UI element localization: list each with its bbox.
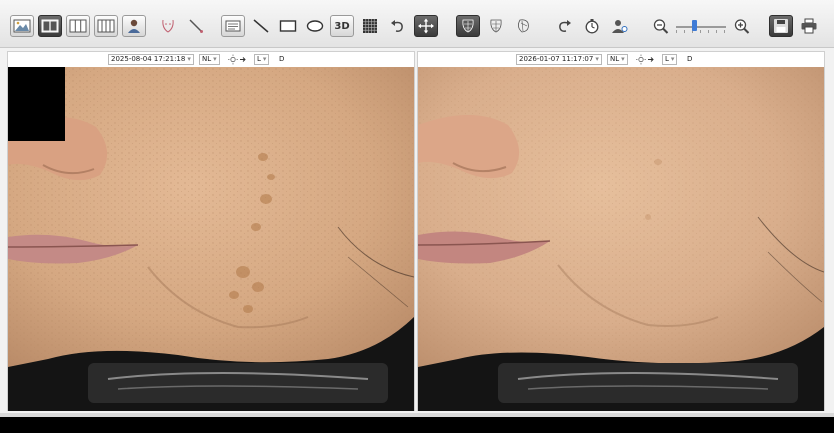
right-date-text: 2026-01-07 11:17:07 <box>519 55 594 63</box>
image-comparison-viewer: 2025-08-04 17:21:18 ▾ NL ▾ L ▾ D 2026-01… <box>0 48 834 413</box>
3d-view-button[interactable]: 3D <box>330 15 354 37</box>
save-button[interactable] <box>769 15 793 37</box>
left-face-photo[interactable] <box>8 67 414 411</box>
privacy-mask <box>8 67 65 141</box>
light-direction-icon[interactable] <box>636 54 656 65</box>
three-image-view-button[interactable] <box>66 15 90 37</box>
print-button[interactable] <box>797 15 821 37</box>
face-analysis-top-button[interactable] <box>484 15 508 37</box>
zoom-in-icon <box>734 19 750 34</box>
toolbar: 3D <box>0 0 834 48</box>
left-extra-label[interactable]: D <box>276 54 288 65</box>
chevron-down-icon: ▾ <box>213 55 217 63</box>
undo-button[interactable] <box>386 15 410 37</box>
face-mesh-top-icon <box>490 19 502 33</box>
redo-icon <box>559 20 571 32</box>
two-columns-icon <box>41 19 59 33</box>
right-mode-select[interactable]: NL ▾ <box>607 54 628 65</box>
four-columns-icon <box>97 19 115 33</box>
person-search-icon <box>612 20 628 33</box>
left-image-pane[interactable]: 2025-08-04 17:21:18 ▾ NL ▾ L ▾ D <box>7 51 415 411</box>
ellipse-tool-button[interactable] <box>303 15 327 37</box>
right-face-photo-graphic <box>418 67 824 411</box>
image-icon <box>13 19 31 33</box>
zoom-out-button[interactable] <box>649 15 673 37</box>
timer-button[interactable] <box>580 15 604 37</box>
bottom-black-bar <box>0 417 834 433</box>
left-date-select[interactable]: 2025-08-04 17:21:18 ▾ <box>108 54 194 65</box>
zoom-in-button[interactable] <box>730 15 754 37</box>
four-image-view-button[interactable] <box>94 15 118 37</box>
undo-icon <box>391 20 403 32</box>
zoom-slider-ticks <box>676 30 726 33</box>
face-analysis-side-button[interactable] <box>511 15 535 37</box>
left-mode-select[interactable]: NL ▾ <box>199 54 220 65</box>
zoom-slider[interactable] <box>676 20 726 34</box>
light-direction-icon[interactable] <box>228 54 248 65</box>
three-columns-icon <box>69 19 87 33</box>
two-image-view-button[interactable] <box>38 15 62 37</box>
right-pane-header: 2026-01-07 11:17:07 ▾ NL ▾ L ▾ D <box>418 52 824 67</box>
chevron-down-icon: ▾ <box>187 55 191 63</box>
left-pane-header: 2025-08-04 17:21:18 ▾ NL ▾ L ▾ D <box>8 52 414 67</box>
print-icon <box>801 18 817 34</box>
zoom-out-icon <box>653 19 669 34</box>
right-side-text: L <box>665 55 669 63</box>
redo-button[interactable] <box>552 15 576 37</box>
move-icon <box>418 18 434 34</box>
right-mode-text: NL <box>610 55 620 63</box>
left-date-text: 2025-08-04 17:21:18 <box>111 55 186 63</box>
rectangle-icon <box>279 20 297 32</box>
left-mode-text: NL <box>202 55 212 63</box>
face-map-button[interactable] <box>156 15 180 37</box>
zoom-slider-track <box>676 26 726 28</box>
person-icon <box>128 19 140 33</box>
save-icon <box>774 19 788 33</box>
right-side-select[interactable]: L ▾ <box>662 54 678 65</box>
face-mesh-icon <box>462 19 474 33</box>
grid-icon <box>363 19 377 33</box>
single-image-view-button[interactable] <box>10 15 34 37</box>
move-tool-button[interactable] <box>414 15 438 37</box>
chevron-down-icon: ▾ <box>670 55 675 63</box>
face-analysis-front-button[interactable] <box>456 15 480 37</box>
right-image-pane[interactable]: 2026-01-07 11:17:07 ▾ NL ▾ L ▾ D <box>417 51 825 411</box>
eyedropper-button[interactable] <box>184 15 208 37</box>
right-extra-label[interactable]: D <box>684 54 696 65</box>
left-side-text: L <box>257 55 261 63</box>
chevron-down-icon: ▾ <box>262 55 267 63</box>
face-outline-icon <box>162 19 174 33</box>
ellipse-icon <box>306 20 324 32</box>
eyedropper-icon <box>189 19 203 33</box>
right-face-photo[interactable] <box>418 67 824 411</box>
line-tool-button[interactable] <box>249 15 273 37</box>
line-icon <box>253 19 269 33</box>
right-date-select[interactable]: 2026-01-07 11:17:07 ▾ <box>516 54 602 65</box>
patient-search-button[interactable] <box>608 15 632 37</box>
left-face-photo-graphic <box>8 67 414 411</box>
patient-view-button[interactable] <box>122 15 146 37</box>
text-annotation-button[interactable] <box>221 15 245 37</box>
grid-overlay-button[interactable] <box>358 15 382 37</box>
zoom-slider-thumb[interactable] <box>692 20 697 31</box>
rectangle-tool-button[interactable] <box>276 15 300 37</box>
face-mesh-side-icon <box>518 19 529 33</box>
chevron-down-icon: ▾ <box>595 55 599 63</box>
timer-icon <box>585 19 599 34</box>
text-box-icon <box>225 20 241 32</box>
left-side-select[interactable]: L ▾ <box>254 54 270 65</box>
chevron-down-icon: ▾ <box>621 55 625 63</box>
3d-icon: 3D <box>334 20 350 32</box>
